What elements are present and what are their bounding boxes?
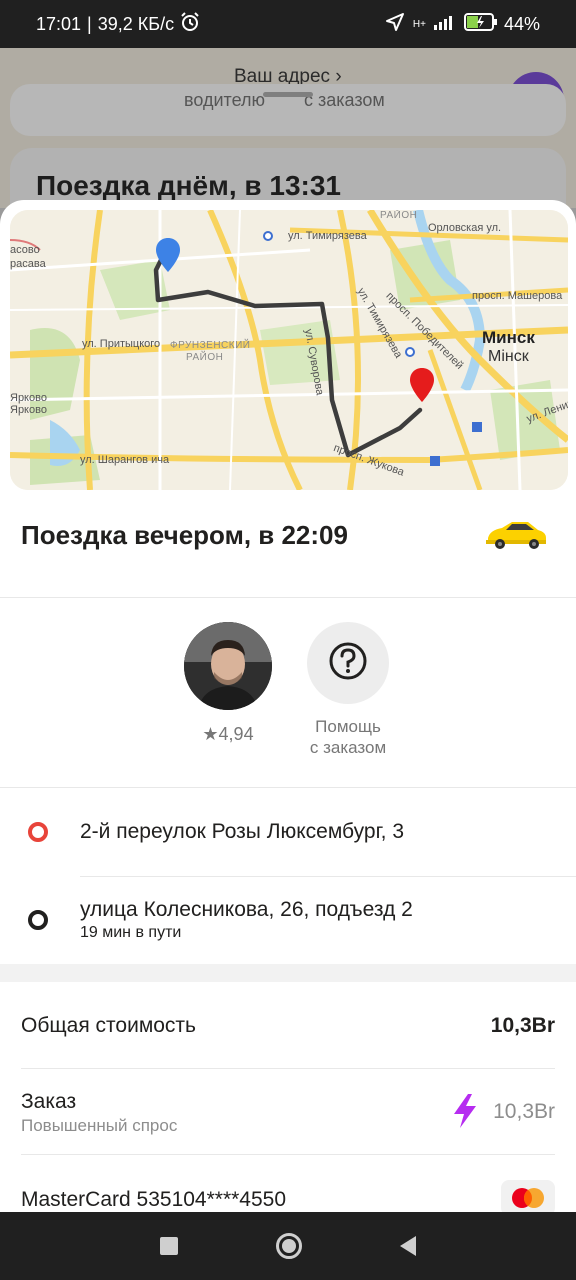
map-label-yarkovo-1: Ярково xyxy=(10,392,47,404)
route-points: 2-й переулок Розы Люксембург, 3 улица Ко… xyxy=(0,788,576,964)
background-trip-title: Поездка днём, в 13:31 xyxy=(36,170,341,201)
route-map[interactable]: РАЙОН ул. Тимирязева Орловская ул. асово… xyxy=(10,210,568,490)
map-label-timiryazeva: ул. Тимирязева xyxy=(288,230,367,242)
order-cost-value: 10,3Br xyxy=(493,1100,555,1123)
total-cost-label: Общая стоимость xyxy=(21,1014,196,1037)
origin-dot-icon xyxy=(28,822,48,842)
background-driver-label: водителю xyxy=(184,90,265,110)
question-icon xyxy=(328,641,368,686)
map-label-frunzensky: ФРУНЗЕНСКИЙ xyxy=(170,340,251,351)
status-bar: 17:01 | 39,2 КБ/с H+ 44% xyxy=(0,0,576,48)
driver-rating: ★4,94 xyxy=(184,724,272,745)
location-icon xyxy=(385,12,405,37)
map-label-district-top: РАЙОН xyxy=(380,210,418,221)
map-label-yarkovo-2: Ярково xyxy=(10,404,47,416)
help-circle xyxy=(307,622,389,704)
payment-method-row[interactable]: MasterCard 535104****4550 xyxy=(0,1154,576,1212)
destination-dot-icon xyxy=(28,910,48,930)
back-icon[interactable] xyxy=(400,1236,416,1256)
destination-address: улица Колесникова, 26, подъезд 2 xyxy=(80,898,413,921)
star-icon: ★ xyxy=(202,724,219,744)
background-handle xyxy=(263,92,313,97)
trip-header: Поездка вечером, в 22:09 xyxy=(0,490,576,598)
system-nav-bar xyxy=(0,1212,576,1280)
recents-icon[interactable] xyxy=(160,1237,178,1255)
taxi-car-icon xyxy=(484,520,548,555)
map-label-city-by: Мінск xyxy=(488,348,529,365)
mastercard-icon xyxy=(501,1180,555,1212)
background-order-label: с заказом xyxy=(304,90,385,110)
help-button[interactable]: Помощь с заказом xyxy=(298,622,398,758)
map-label-sharangovicha: ул. Шарангов ича xyxy=(80,454,170,466)
alarm-icon xyxy=(180,11,200,37)
order-label: Заказ xyxy=(21,1090,77,1113)
help-label-line1: Помощь xyxy=(315,717,381,736)
map-label-masherova: просп. Машерова xyxy=(472,290,563,302)
origin-address: 2-й переулок Розы Люксембург, 3 xyxy=(80,820,405,843)
battery-indicator: 44% xyxy=(463,12,540,36)
network-type: H+ xyxy=(412,18,426,30)
total-cost-row: Общая стоимость 10,3Br xyxy=(0,982,576,1069)
status-time: 17:01 xyxy=(36,13,82,34)
help-label-line2: с заказом xyxy=(309,738,387,757)
home-icon[interactable] xyxy=(276,1233,302,1259)
payment-card-label: MasterCard 535104****4550 xyxy=(21,1188,287,1211)
battery-icon xyxy=(463,12,498,36)
order-sublabel: Повышенный спрос xyxy=(21,1116,178,1135)
total-cost-value: 10,3Br xyxy=(490,1014,555,1037)
status-speed: 39,2 КБ/с xyxy=(97,13,175,34)
route-point-to[interactable]: улица Колесникова, 26, подъезд 2 19 мин … xyxy=(0,876,576,964)
driver-button[interactable]: ★4,94 xyxy=(184,622,272,745)
trip-title: Поездка вечером, в 22:09 xyxy=(21,520,348,550)
map-label-left-1: асово xyxy=(10,244,40,256)
surge-lightning-icon xyxy=(452,1094,478,1133)
help-label: Помощь с заказом xyxy=(298,716,398,758)
signal-icon xyxy=(433,14,456,35)
map-label-pritytskogo: ул. Притыцкого xyxy=(82,338,161,350)
driver-rating-value: 4,94 xyxy=(218,724,254,744)
price-section: Общая стоимость 10,3Br Заказ Повышенный … xyxy=(0,982,576,1212)
map-label-orlovskaya: Орловская ул. xyxy=(428,222,502,234)
map-label-city-ru: Минск xyxy=(482,328,535,347)
battery-percent: 44% xyxy=(503,13,540,34)
driver-avatar xyxy=(184,622,272,710)
map-label-left-2: расава xyxy=(10,258,46,270)
map-label-rayon: РАЙОН xyxy=(186,352,224,363)
trip-details-sheet: РАЙОН ул. Тимирязева Орловская ул. асово… xyxy=(0,200,576,1212)
route-point-from[interactable]: 2-й переулок Розы Люксембург, 3 xyxy=(0,788,576,877)
trip-actions: ★4,94 Помощь с заказом xyxy=(0,598,576,788)
map-graphics xyxy=(10,210,568,490)
section-gap xyxy=(0,964,576,982)
trip-duration: 19 мин в пути xyxy=(80,924,182,941)
order-cost-row[interactable]: Заказ Повышенный спрос 10,3Br xyxy=(0,1068,576,1155)
